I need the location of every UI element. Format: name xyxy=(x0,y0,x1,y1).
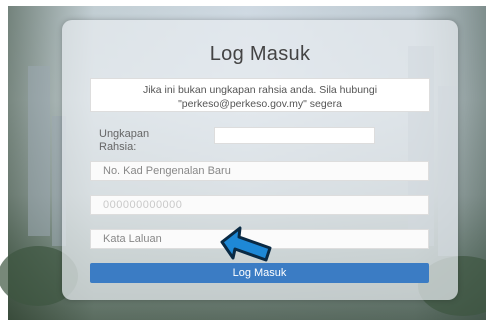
secret-phrase-label: Ungkapan Rahsia: xyxy=(99,128,150,153)
pointer-arrow-icon xyxy=(220,226,272,262)
secret-phrase-field xyxy=(214,127,375,144)
masked-input[interactable]: 000000000000 xyxy=(90,195,429,215)
login-title: Log Masuk xyxy=(209,43,311,65)
id-number-input[interactable]: No. Kad Pengenalan Baru xyxy=(90,161,429,181)
background-building xyxy=(28,66,50,236)
login-button[interactable]: Log Masuk xyxy=(90,263,429,283)
security-notice: Jika ini bukan ungkapan rahsia anda. Sil… xyxy=(90,78,430,112)
